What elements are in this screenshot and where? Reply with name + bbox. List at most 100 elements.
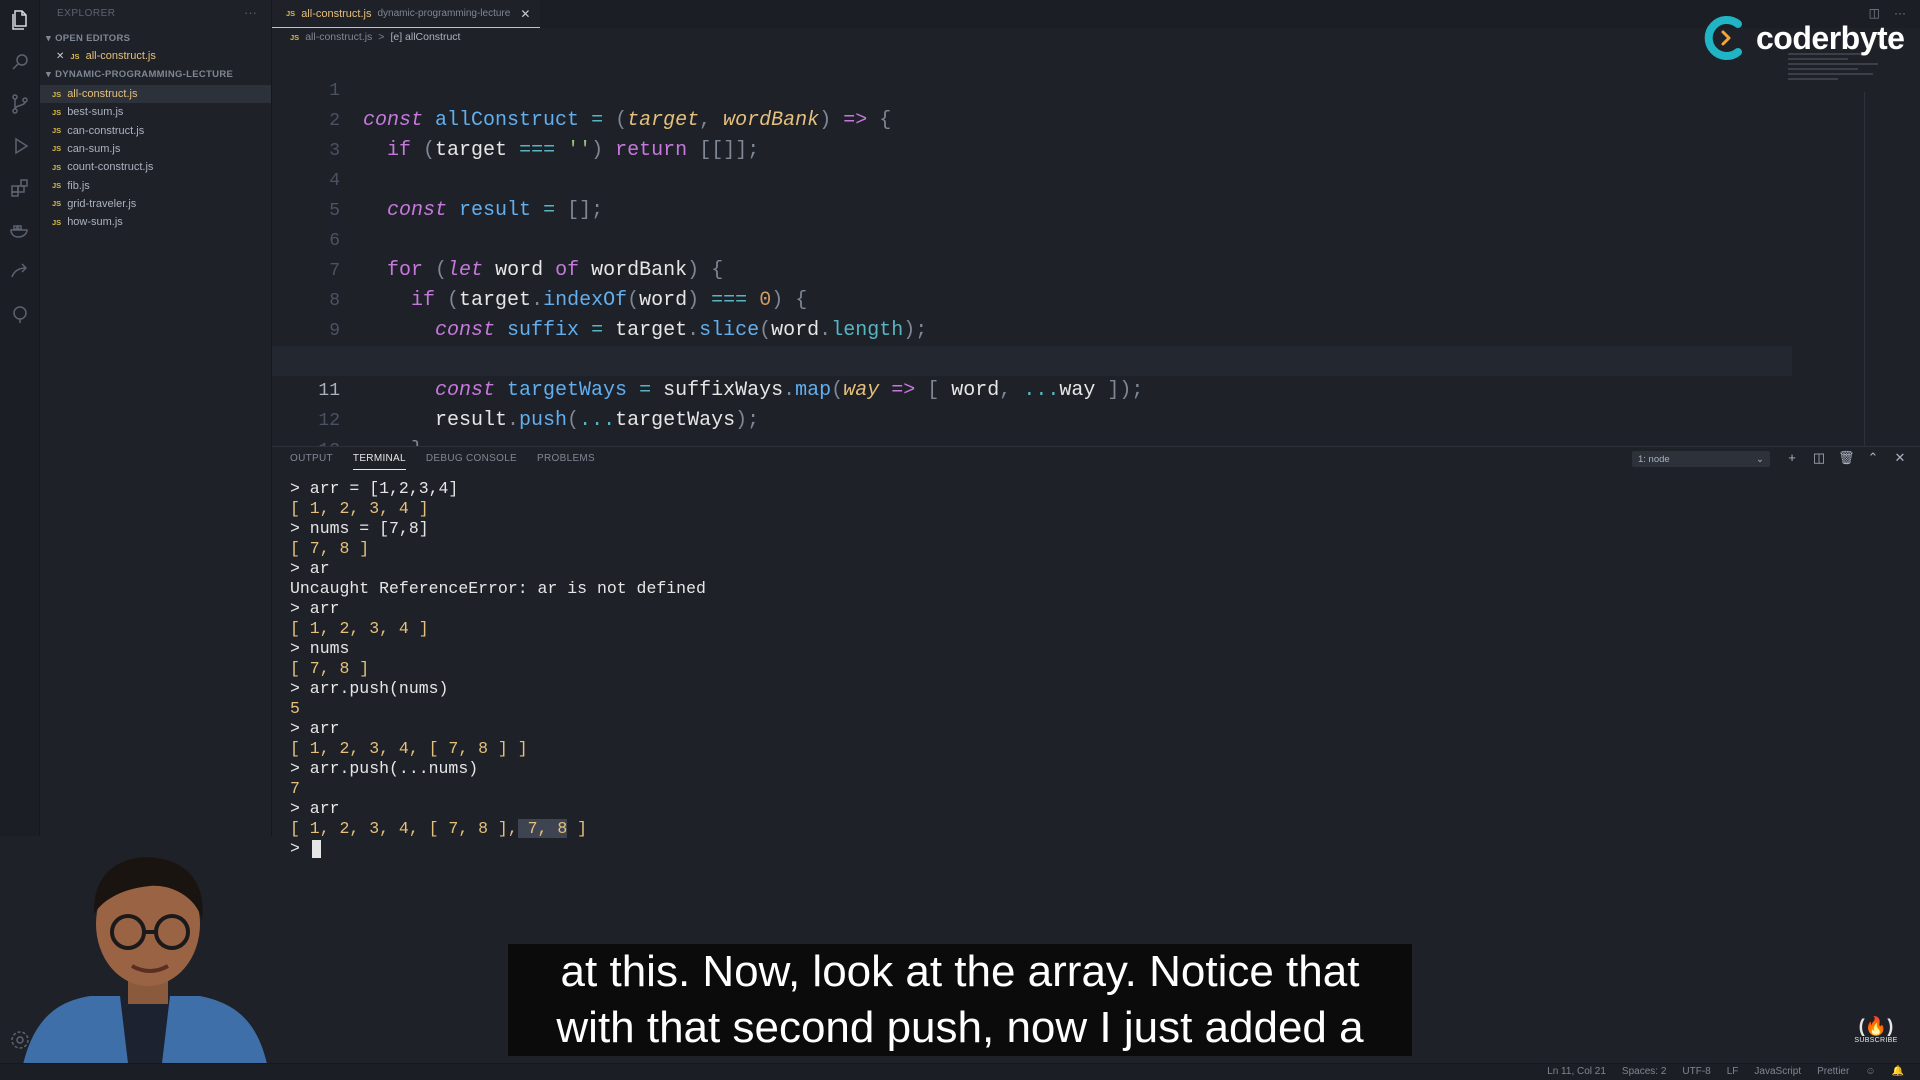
feedback-icon[interactable]: ☺ bbox=[1865, 1066, 1875, 1077]
code-line: 7 if (target.indexOf(word) === 0) { bbox=[272, 226, 1792, 312]
status-bar: Ln 11, Col 21 Spaces: 2 UTF-8 LF JavaScr… bbox=[0, 1063, 1920, 1080]
breadcrumb-file[interactable]: all-construct.js bbox=[305, 31, 372, 43]
code-line: 3 bbox=[272, 106, 1792, 161]
close-icon[interactable]: ✕ bbox=[520, 7, 530, 21]
more-actions-icon[interactable]: ··· bbox=[244, 5, 257, 20]
open-editors-label: OPEN EDITORS bbox=[55, 33, 131, 44]
code-line: 4 const result = []; bbox=[272, 136, 1792, 222]
code-editor[interactable]: 1 const allConstruct = (target, wordBank… bbox=[272, 46, 1920, 492]
code-line: 9 const suffixWays = allConstruct(suffix… bbox=[272, 286, 1792, 372]
sidebar-file-item[interactable]: JS count-construct.js bbox=[40, 158, 271, 176]
coderbyte-logo: coderbyte bbox=[1702, 14, 1905, 62]
project-label: DYNAMIC-PROGRAMMING-LECTURE bbox=[55, 69, 234, 80]
files-icon[interactable] bbox=[8, 8, 32, 32]
encoding[interactable]: UTF-8 bbox=[1682, 1066, 1710, 1077]
terminal-result: 5 bbox=[290, 699, 300, 718]
search-icon[interactable] bbox=[8, 50, 32, 74]
sidebar-file-item[interactable]: JS best-sum.js bbox=[40, 103, 271, 121]
js-file-icon: JS bbox=[52, 217, 62, 227]
panel-actions: + ◫ 🗑 ⌃ ✕ bbox=[1784, 450, 1908, 466]
sidebar-file-item[interactable]: JS can-sum.js bbox=[40, 140, 271, 158]
terminal-line: > nums = [7,8] bbox=[290, 519, 429, 538]
sidebar-file-label: all-construct.js bbox=[67, 88, 138, 100]
terminal-output[interactable]: > arr = [1,2,3,4] [ 1, 2, 3, 4 ] > nums … bbox=[290, 479, 706, 859]
settings-gear-icon[interactable] bbox=[8, 1028, 32, 1052]
sidebar-file-item[interactable]: JS how-sum.js bbox=[40, 213, 271, 231]
sidebar-file-label: can-sum.js bbox=[67, 142, 121, 155]
tab-output[interactable]: OUTPUT bbox=[290, 453, 333, 470]
js-file-icon: JS bbox=[52, 199, 62, 209]
open-editor-item[interactable]: ✕ JS all-construct.js bbox=[40, 47, 271, 65]
sidebar-file-label: fib.js bbox=[67, 179, 90, 192]
sidebar-file-item[interactable]: JS grid-traveler.js bbox=[40, 195, 271, 213]
close-icon[interactable]: ✕ bbox=[1892, 450, 1908, 466]
sidebar-file-label: how-sum.js bbox=[67, 216, 123, 229]
sidebar-file-item[interactable]: JS fib.js bbox=[40, 177, 271, 195]
explorer-title: EXPLORER bbox=[57, 8, 116, 19]
logo-text: coderbyte bbox=[1756, 19, 1905, 56]
source-control-icon[interactable] bbox=[8, 92, 32, 116]
terminal-result: [ 1, 2, 3, 4, [ 7, 8 ], bbox=[290, 819, 518, 838]
editor-tab-bar: JS all-construct.js dynamic-programming-… bbox=[272, 0, 1920, 28]
indentation[interactable]: Spaces: 2 bbox=[1622, 1066, 1666, 1077]
sidebar-file-label: best-sum.js bbox=[67, 106, 124, 119]
code-line: 6 for (let word of wordBank) { bbox=[272, 196, 1792, 282]
language-mode[interactable]: JavaScript bbox=[1754, 1066, 1801, 1077]
terminal-line: [ 1, 2, 3, 4, [ 7, 8 ] ] bbox=[290, 739, 706, 759]
plus-icon[interactable]: + bbox=[1784, 450, 1800, 466]
terminal-prompt[interactable]: > bbox=[290, 839, 706, 859]
run-debug-icon[interactable] bbox=[8, 134, 32, 158]
fcc-flame-icon: (🔥) bbox=[1858, 1016, 1894, 1036]
sidebar-file-item[interactable]: JS all-construct.js bbox=[40, 85, 271, 103]
remote-explorer-icon[interactable] bbox=[8, 302, 32, 326]
terminal-select-value: 1: node bbox=[1638, 453, 1670, 465]
extensions-icon[interactable] bbox=[8, 176, 32, 200]
breadcrumb-symbol[interactable]: [e] allConstruct bbox=[390, 31, 460, 43]
tab-terminal[interactable]: TERMINAL bbox=[352, 453, 406, 470]
tab-problems[interactable]: PROBLEMS bbox=[537, 453, 595, 470]
project-section[interactable]: ▾ DYNAMIC-PROGRAMMING-LECTURE bbox=[46, 69, 233, 80]
terminal-line: [ 7, 8 ] bbox=[290, 539, 706, 559]
breadcrumb-separator: > bbox=[378, 31, 385, 43]
sidebar-file-item[interactable]: JS can-construct.js bbox=[40, 122, 271, 140]
sidebar-file-label: grid-traveler.js bbox=[67, 197, 137, 210]
code-line: 13 } bbox=[272, 406, 1792, 492]
caption-line-2: with that second push, now I just added … bbox=[508, 1000, 1412, 1056]
chevron-down-icon: ⌄ bbox=[1756, 453, 1764, 465]
tab-all-construct[interactable]: JS all-construct.js dynamic-programming-… bbox=[272, 0, 541, 28]
docker-icon[interactable] bbox=[8, 218, 32, 242]
open-editors-section[interactable]: ▾ OPEN EDITORS bbox=[46, 33, 130, 44]
bell-icon[interactable]: 🔔 bbox=[1892, 1066, 1904, 1077]
terminal-line: 5 bbox=[290, 699, 706, 719]
terminal-result: [ 7, 8 ] bbox=[290, 539, 370, 558]
terminal-result: [ 1, 2, 3, 4 ] bbox=[290, 619, 429, 638]
close-icon[interactable]: ✕ bbox=[56, 51, 64, 62]
terminal-result: [ 1, 2, 3, 4, [ 7, 8 ] ] bbox=[290, 739, 528, 758]
terminal-error: Uncaught ReferenceError: ar is not defin… bbox=[290, 579, 706, 598]
js-file-icon: JS bbox=[52, 107, 62, 117]
js-file-icon: JS bbox=[52, 162, 62, 172]
end-of-line[interactable]: LF bbox=[1727, 1066, 1739, 1077]
js-file-icon: JS bbox=[52, 89, 62, 99]
code-line-current: 11 result.push(...targetWays); bbox=[272, 346, 1792, 432]
terminal-line: [ 1, 2, 3, 4, [ 7, 8 ], 7, 8 ] bbox=[290, 819, 706, 839]
tab-label: all-construct.js bbox=[301, 7, 372, 20]
cursor-position[interactable]: Ln 11, Col 21 bbox=[1547, 1066, 1606, 1077]
chevron-up-icon[interactable]: ⌃ bbox=[1865, 450, 1881, 466]
tab-directory: dynamic-programming-lecture bbox=[377, 8, 511, 19]
tab-debug-console[interactable]: DEBUG CONSOLE bbox=[426, 453, 517, 470]
js-file-icon: JS bbox=[52, 144, 62, 154]
terminal-line: > arr bbox=[290, 799, 340, 818]
prompt-symbol: > bbox=[290, 839, 300, 858]
webcam-presenter bbox=[0, 836, 276, 1080]
live-share-icon[interactable] bbox=[8, 260, 32, 284]
terminal-select[interactable]: 1: node ⌄ bbox=[1632, 451, 1770, 467]
code-line: 12 } bbox=[272, 376, 1792, 462]
split-icon[interactable]: ◫ bbox=[1811, 450, 1827, 466]
chevron-down-icon: ▾ bbox=[46, 33, 52, 44]
js-file-icon: JS bbox=[52, 181, 62, 190]
formatter[interactable]: Prettier bbox=[1817, 1066, 1849, 1077]
trash-icon[interactable]: 🗑 bbox=[1838, 450, 1855, 466]
subscribe-label: SUBSCRIBE bbox=[1854, 1037, 1898, 1044]
fcc-subscribe-badge[interactable]: (🔥) SUBSCRIBE bbox=[1854, 1016, 1898, 1052]
